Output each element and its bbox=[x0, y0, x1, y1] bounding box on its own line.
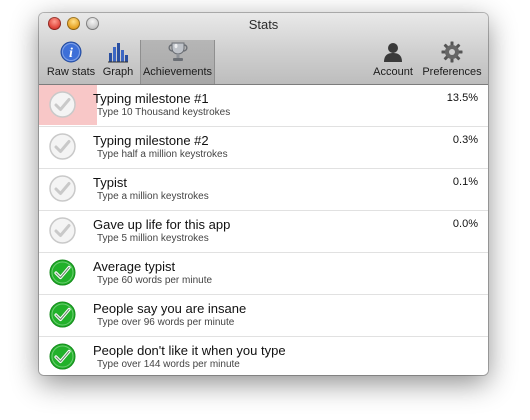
achievement-row[interactable]: People say you are insane Type over 96 wo… bbox=[39, 295, 488, 337]
toolbar-preferences-button[interactable]: Preferences bbox=[420, 40, 484, 84]
checkmark-complete-icon bbox=[49, 259, 76, 286]
checkmark-incomplete-icon bbox=[49, 91, 76, 118]
checkmark-incomplete-icon bbox=[49, 175, 76, 202]
achievement-progress: 0.1% bbox=[452, 176, 478, 188]
checkmark-incomplete-icon bbox=[49, 133, 76, 160]
achievement-title: Gave up life for this app bbox=[93, 217, 231, 232]
achievement-description: Type a million keystrokes bbox=[97, 191, 209, 202]
toolbar-account-button[interactable]: Account bbox=[369, 40, 417, 84]
achievement-row[interactable]: Typist Type a million keystrokes 0.1% bbox=[39, 169, 488, 211]
achievement-title: Typing milestone #2 bbox=[93, 133, 209, 148]
achievement-description: Type 60 words per minute bbox=[97, 275, 213, 286]
toolbar-raw-stats-label: Raw stats bbox=[46, 66, 96, 78]
achievement-title: People don't like it when you type bbox=[93, 343, 286, 358]
achievement-row[interactable]: People don't like it when you type Type o… bbox=[39, 337, 488, 375]
toolbar-preferences-label: Preferences bbox=[422, 66, 482, 78]
titlebar: Stats i Raw stats Graph Achievements Acc… bbox=[39, 13, 488, 85]
achievement-title: People say you are insane bbox=[93, 301, 247, 316]
achievements-list: Typing milestone #1 Type 10 Thousand keys… bbox=[39, 85, 488, 375]
user-icon bbox=[381, 40, 405, 64]
bar-chart-icon bbox=[106, 40, 130, 64]
window-title: Stats bbox=[248, 17, 279, 32]
toolbar-achievements-button[interactable]: Achievements bbox=[140, 40, 215, 84]
achievement-progress: 0.3% bbox=[452, 134, 478, 146]
achievement-description: Type half a million keystrokes bbox=[97, 149, 228, 160]
stats-window: Stats i Raw stats Graph Achievements Acc… bbox=[39, 13, 488, 375]
achievement-row[interactable]: Typing milestone #2 Type half a million k… bbox=[39, 127, 488, 169]
toolbar-graph-button[interactable]: Graph bbox=[99, 40, 137, 84]
toolbar-account-label: Account bbox=[373, 66, 413, 78]
achievement-description: Type over 144 words per minute bbox=[97, 359, 240, 370]
info-icon: i bbox=[59, 40, 83, 64]
svg-text:i: i bbox=[69, 46, 73, 61]
achievement-row[interactable]: Average typist Type 60 words per minute bbox=[39, 253, 488, 295]
achievement-row[interactable]: Gave up life for this app Type 5 million … bbox=[39, 211, 488, 253]
toolbar-achievements-label: Achievements bbox=[142, 66, 213, 78]
checkmark-complete-icon bbox=[49, 343, 76, 370]
checkmark-complete-icon bbox=[49, 301, 76, 328]
gear-icon bbox=[440, 40, 464, 64]
toolbar-graph-label: Graph bbox=[102, 66, 134, 78]
achievement-progress: 0.0% bbox=[452, 218, 478, 230]
achievement-title: Typist bbox=[93, 175, 127, 190]
achievement-title: Average typist bbox=[93, 259, 176, 274]
achievement-title: Typing milestone #1 bbox=[93, 91, 209, 106]
achievement-description: Type over 96 words per minute bbox=[97, 317, 235, 328]
checkmark-incomplete-icon bbox=[49, 217, 76, 244]
toolbar-raw-stats-button[interactable]: i Raw stats bbox=[45, 40, 97, 84]
achievement-progress: 13.5% bbox=[446, 92, 478, 104]
achievement-row[interactable]: Typing milestone #1 Type 10 Thousand keys… bbox=[39, 85, 488, 127]
trophy-icon bbox=[166, 40, 190, 64]
achievement-description: Type 5 million keystrokes bbox=[97, 233, 209, 244]
achievement-description: Type 10 Thousand keystrokes bbox=[97, 107, 231, 118]
